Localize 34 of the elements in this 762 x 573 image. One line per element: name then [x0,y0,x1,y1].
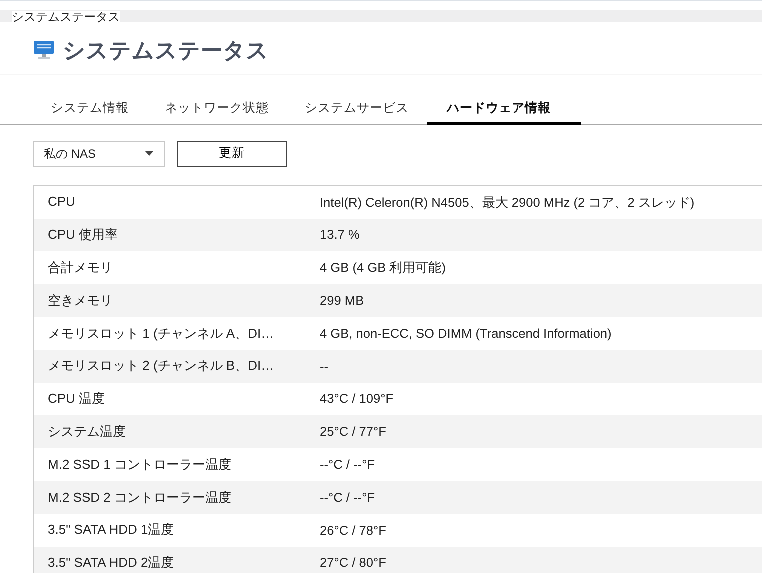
row-value: --°C / --°F [320,490,376,505]
monitor-icon [33,40,55,60]
refresh-button[interactable]: 更新 [177,140,287,167]
row-label: 3.5" SATA HDD 1温度 [48,522,174,538]
row-label: メモリスロット 1 (チャンネル A、DI… [48,326,274,341]
row-value: -- [320,358,329,374]
row-value: 27°C / 80°F [320,555,386,570]
row-value: 299 MB [320,292,364,308]
row-label: 3.5" SATA HDD 2温度 [48,555,174,570]
row-value: 43°C / 109°F [320,391,394,406]
caret-icon [145,151,154,156]
row-value: 26°C / 78°F [320,522,386,538]
row-value: 4 GB (4 GB 利用可能) [320,260,446,276]
tab[interactable]: システム情報 [33,97,147,125]
row-label: 合計メモリ [48,260,113,275]
tab[interactable]: システムサービス [287,97,427,125]
device-select[interactable]: 私の NAS [33,140,165,167]
row-label: M.2 SSD 2 コントローラー温度 [48,490,232,505]
row-value: --°C / --°F [320,456,376,472]
tab[interactable]: ハードウェア情報 [427,97,581,125]
row-label: M.2 SSD 1 コントローラー温度 [48,456,232,472]
row-value: 4 GB, non-ECC, SO DIMM (Transcend Information) [320,326,612,341]
row-label: CPU 温度 [48,391,106,406]
row-value: 13.7 % [320,227,360,242]
row-label: システム温度 [48,424,126,439]
row-value: Intel(R) Celeron(R) N4505、最大 2900 MHz (2 コア、2 スレッド) [320,194,695,210]
row-label: メモリスロット 2 (チャンネル B、DI… [48,358,274,374]
breadcrumb-title: システムステータス [12,11,120,23]
row-label: CPU [48,194,76,210]
page-title: システムステータス [63,36,269,64]
tab[interactable]: ネットワーク状態 [147,97,287,125]
row-label: 空きメモリ [48,292,113,308]
row-value: 25°C / 77°F [320,424,386,440]
row-label: CPU 使用率 [48,227,118,242]
